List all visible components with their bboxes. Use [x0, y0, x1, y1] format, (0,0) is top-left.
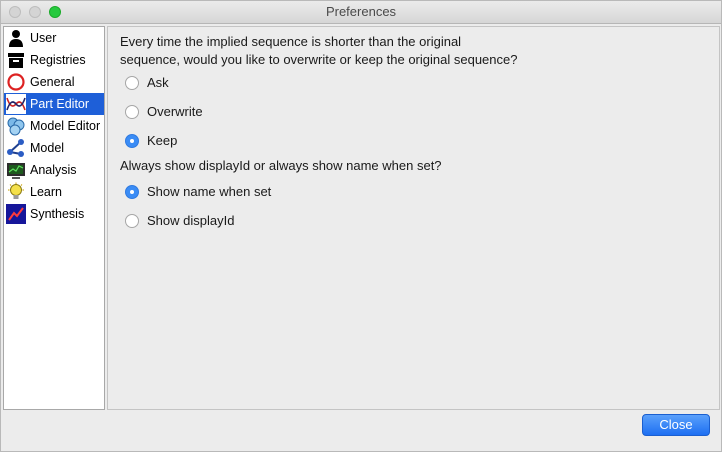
close-button[interactable]: Close: [642, 414, 710, 436]
sidebar-item-label: Synthesis: [30, 207, 85, 221]
radio-label: Overwrite: [147, 104, 203, 119]
radio-label: Show displayId: [147, 213, 235, 228]
title-bar: Preferences: [1, 1, 721, 24]
sidebar-item-label: Learn: [30, 185, 62, 199]
sidebar-item-general[interactable]: General: [4, 71, 104, 93]
window-title: Preferences: [325, 4, 397, 19]
radio-button[interactable]: [125, 75, 139, 90]
radio-keep[interactable]: Keep: [125, 133, 177, 148]
part-editor-preferences-panel: Every time the implied sequence is short…: [107, 26, 720, 410]
radio-button[interactable]: [125, 133, 139, 148]
model-editor-icon: [6, 116, 26, 136]
general-icon: [6, 72, 26, 92]
sidebar-item-learn[interactable]: Learn: [4, 181, 104, 203]
sidebar-item-user[interactable]: User: [4, 27, 104, 49]
radio-show-name-when-set[interactable]: Show name when set: [125, 184, 271, 199]
sidebar-item-label: Model Editor: [30, 119, 101, 133]
sidebar-item-registries[interactable]: Registries: [4, 49, 104, 71]
preferences-window: Preferences User Registries General Part…: [0, 0, 722, 452]
user-icon: [6, 28, 26, 48]
learn-icon: [6, 182, 26, 202]
radio-button[interactable]: [125, 104, 139, 119]
radio-label: Keep: [147, 133, 178, 148]
radio-label: Show name when set: [147, 184, 272, 199]
sidebar-item-label: Part Editor: [30, 97, 90, 111]
radio-ask[interactable]: Ask: [125, 75, 169, 90]
overwrite-question-line-2: sequence, would you like to overwrite or…: [120, 52, 518, 67]
radio-overwrite[interactable]: Overwrite: [125, 104, 203, 119]
sidebar-item-label: User: [30, 31, 57, 45]
sidebar-item-model-editor[interactable]: Model Editor: [4, 115, 104, 137]
sidebar-item-model[interactable]: Model: [4, 137, 104, 159]
sidebar-item-synthesis[interactable]: Synthesis: [4, 203, 104, 225]
dialog-footer: Close: [3, 410, 719, 450]
radio-button[interactable]: [125, 213, 139, 228]
sidebar-item-label: Model: [30, 141, 65, 155]
sidebar-item-part-editor[interactable]: Part Editor: [4, 93, 104, 115]
overwrite-question: Every time the implied sequence is short…: [120, 33, 517, 69]
sidebar-item-label: Analysis: [30, 163, 77, 177]
radio-show-displayid[interactable]: Show displayId: [125, 213, 234, 228]
synthesis-icon: [6, 204, 26, 224]
analysis-icon: [6, 160, 26, 180]
sidebar-item-label: Registries: [30, 53, 86, 67]
registries-icon: [6, 50, 26, 70]
radio-button[interactable]: [125, 184, 139, 199]
model-icon: [6, 138, 26, 158]
overwrite-question-line-1: Every time the implied sequence is short…: [120, 34, 462, 49]
display-question: Always show displayId or always show nam…: [120, 158, 442, 173]
part-editor-icon: [6, 94, 26, 114]
radio-label: Ask: [147, 75, 169, 90]
preferences-sidebar: User Registries General Part Editor Mode…: [3, 26, 105, 410]
sidebar-item-label: General: [30, 75, 75, 89]
sidebar-item-analysis[interactable]: Analysis: [4, 159, 104, 181]
